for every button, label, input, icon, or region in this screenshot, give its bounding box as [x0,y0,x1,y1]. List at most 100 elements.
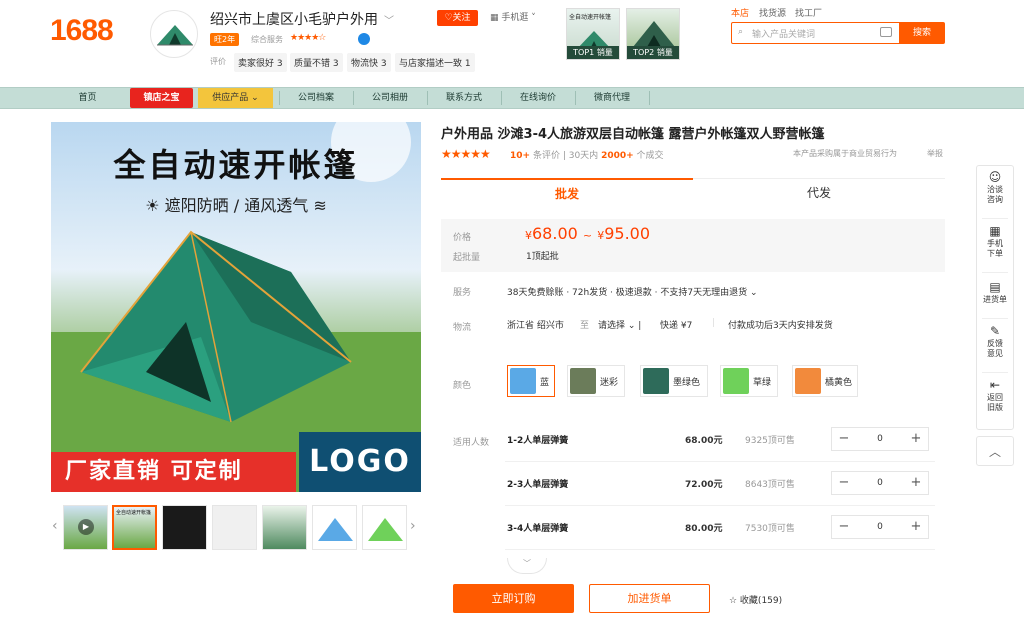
eval-tag[interactable]: 物流快 3 [347,53,391,72]
product-meta: 10+ 条评价 | 30天内 2000+ 个成交 [510,151,664,161]
color-option-grassgreen[interactable]: 草绿 [720,365,778,397]
specs-label: 适用人数 [453,438,490,448]
logistics-label: 物流 [453,323,472,333]
logistics-select[interactable]: 请选择 ⌄ | [598,318,641,331]
price-label: 价格 [453,233,472,243]
minus-button[interactable]: − [832,428,856,450]
float-chat[interactable]: ☺ 洽谈 咨询 [976,170,1014,205]
float-label: 返回 旧版 [987,393,1003,412]
nav-inquiry[interactable]: 在线询价 [502,87,574,109]
search-icon: ⌕ [738,27,744,37]
quantity-stepper[interactable]: − 0 + [831,515,929,539]
nav-reseller[interactable]: 微商代理 [576,87,648,109]
rating-label: 综合服务 [251,35,283,44]
top-product-2[interactable]: TOP2 销量 [626,8,680,60]
search-input[interactable]: 输入产品关键词 [752,27,815,40]
thumb[interactable] [262,505,307,550]
nav-find-source[interactable]: 找货源 [759,6,786,19]
chevron-down-icon[interactable]: ﹀ [384,16,394,27]
quantity-value[interactable]: 0 [856,428,904,450]
color-name: 橘黄色 [825,378,853,388]
expand-specs-button[interactable]: ﹀ [507,558,547,574]
top-product-1[interactable]: 全自动速开帐篷 TOP1 销量 [566,8,620,60]
tab-dropship[interactable]: 代发 [693,178,945,208]
add-to-cart-button[interactable]: 加进货单 [589,584,710,613]
favorite-button[interactable]: ☆ 收藏(159) [729,593,782,606]
nav-company-profile[interactable]: 公司档案 [280,87,352,109]
thumb-prev-icon[interactable]: ‹ [52,518,58,534]
site-logo[interactable]: 1688 [50,14,114,48]
chat-icon: ☺ [988,170,1002,184]
logistics-divider: | [712,318,716,328]
product-title: 户外用品 沙滩3-4人旅游双层自动帐篷 露营户外帐篷双人野营帐篷 [441,127,825,142]
shop-name[interactable]: 绍兴市上虞区小毛驴户外用 ﹀ [210,9,394,29]
thumb-video[interactable]: ▶ [63,505,108,550]
swatch [795,368,821,394]
plus-button[interactable]: + [904,472,928,494]
plus-button[interactable]: + [904,516,928,538]
float-old-version[interactable]: ⇤ 返回 旧版 [976,378,1014,413]
follow-button[interactable]: ♡关注 [437,10,478,26]
thumb[interactable] [312,505,357,550]
main-product-image[interactable]: 全自动速开帐篷 ☀ 遮阳防晒 / 通风透气 ≋ 厂家直销 可定制 LOGO [51,122,421,492]
thumb-next-icon[interactable]: › [410,518,416,534]
color-option-darkgreen[interactable]: 墨绿色 [640,365,708,397]
nav-contact[interactable]: 联系方式 [428,87,500,109]
eval-tag[interactable]: 与店家描述一致 1 [395,53,475,72]
quantity-value[interactable]: 0 [856,472,904,494]
back-icon: ⇤ [989,378,1001,392]
top-product-caption: TOP1 销量 [567,46,619,59]
nav-featured[interactable]: 镇店之宝 [130,88,193,108]
color-option-camo[interactable]: 迷彩 [567,365,625,397]
minus-button[interactable]: − [832,516,856,538]
camera-icon[interactable] [880,27,892,37]
swatch [510,368,536,394]
moq-label: 起批量 [453,253,481,263]
float-label: 反馈 意见 [987,339,1003,358]
rating-stars: ★★★★☆ [290,33,326,43]
nav-company-album[interactable]: 公司相册 [354,87,426,109]
order-now-button[interactable]: 立即订购 [453,584,574,613]
nav-find-factory[interactable]: 找工厂 [795,6,822,19]
float-purchase-list[interactable]: ▤ 进货单 [976,281,1014,305]
image-headline: 全自动速开帐篷 [113,146,359,184]
thumb[interactable] [162,505,207,550]
eval-label: 评价 [210,57,226,66]
chevron-down-icon: ⌄ [749,288,758,298]
price-box [441,219,945,272]
spec-stock: 9325顶可售 [745,436,795,446]
back-to-top-button[interactable]: ︿ [976,436,1014,466]
mobile-shop-link[interactable]: ▦ 手机逛 ˅ [490,10,536,23]
eval-tag[interactable]: 卖家很好 3 [234,53,287,72]
years-badge: 旺2年 [210,33,240,46]
nav-products[interactable]: 供应产品 ⌄ [198,88,273,108]
thumb-selected[interactable]: 全自动速开帐篷 [112,505,157,550]
tab-wholesale[interactable]: 批发 [441,178,693,208]
quantity-stepper[interactable]: − 0 + [831,471,929,495]
float-divider [982,218,1008,219]
tent-icon [157,25,193,46]
qrcode-icon: ▦ [989,224,1001,238]
color-option-orange[interactable]: 橘黄色 [792,365,858,397]
service-value[interactable]: 38天免费赊账 · 72h发货 · 极速退款 · 不支持7天无理由退货 ⌄ [507,285,758,298]
verified-badge-icon [358,33,370,45]
search-button[interactable]: 搜索 [899,22,945,44]
float-label: 洽谈 咨询 [987,185,1003,204]
color-option-blue[interactable]: 蓝 [507,365,555,397]
eval-tag[interactable]: 质量不错 3 [290,53,343,72]
plus-button[interactable]: + [904,428,928,450]
report-link[interactable]: 举报 [927,148,943,159]
quantity-stepper[interactable]: − 0 + [831,427,929,451]
nav-this-shop[interactable]: 本店 [731,6,749,19]
shop-avatar[interactable] [150,10,198,58]
quantity-value[interactable]: 0 [856,516,904,538]
minus-button[interactable]: − [832,472,856,494]
float-mobile-order[interactable]: ▦ 手机 下单 [976,224,1014,259]
swatch [643,368,669,394]
nav-home[interactable]: 首页 [55,87,120,109]
color-name: 蓝 [540,378,550,388]
float-feedback[interactable]: ✎ 反馈 意见 [976,325,1014,359]
spec-stock: 7530顶可售 [745,524,795,534]
thumb[interactable] [362,505,407,550]
thumb[interactable] [212,505,257,550]
